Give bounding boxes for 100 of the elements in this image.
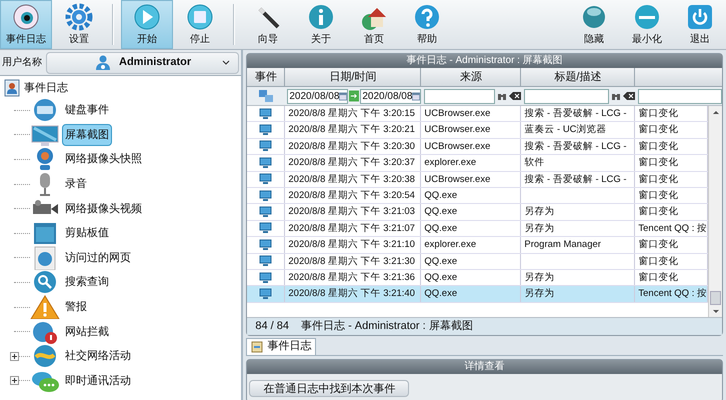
toolbar-button[interactable]: 关于 (295, 0, 347, 49)
toolbar-button[interactable]: 隐藏 (568, 0, 620, 49)
table-cell: 窗口变化 (638, 108, 678, 119)
binoculars-icon[interactable] (611, 91, 622, 101)
toolbar-button[interactable]: 向导 (242, 0, 294, 49)
toolbar-button[interactable]: 帮助 (401, 0, 453, 49)
table-row[interactable]: 2020/8/8 星期六 下午 3:21:10 explorer.exe Program Manager 窗口变化 (247, 237, 708, 254)
toolbar-button[interactable]: 停止 (174, 0, 226, 49)
tree-item[interactable]: 键盘事件 (62, 99, 112, 122)
toolbar-button[interactable]: 设置 (53, 0, 105, 49)
table-row[interactable]: 2020/8/8 星期六 下午 3:21:03 QQ.exe 另存为 窗口变化 (247, 204, 708, 221)
scroll-thumb[interactable] (710, 290, 721, 305)
filter-icon[interactable] (258, 89, 274, 103)
table-row[interactable]: 2020/8/8 星期六 下午 3:20:54 QQ.exe 窗口变化 (247, 188, 708, 204)
table-cell: 2020/8/8 星期六 下午 3:20:15 (288, 108, 415, 119)
tree-item[interactable]: 即时通讯活动 (62, 370, 134, 392)
table-cell: 2020/8/8 星期六 下午 3:21:03 (288, 206, 415, 218)
clear-icon[interactable] (623, 91, 636, 101)
person-icon (95, 54, 111, 70)
filter-field[interactable] (638, 88, 722, 104)
user-dropdown[interactable]: Administrator (46, 52, 240, 74)
table-cell: 窗口变化 (638, 174, 678, 185)
date-field[interactable]: 2020/08/08 (360, 88, 422, 104)
table-cell: Tencent QQ : 按 (638, 288, 707, 300)
table-cell: QQ.exe (424, 288, 458, 300)
gear-icon (65, 2, 93, 30)
tree-item[interactable]: 剪贴板值 (62, 222, 112, 244)
find-event-button[interactable]: 在普通日志中找到本次事件 (249, 380, 410, 397)
table-cell: 窗口变化 (638, 256, 678, 267)
toolbar-button[interactable]: 退出 (674, 0, 726, 49)
filter-field[interactable] (424, 88, 496, 104)
table-row[interactable]: 2020/8/8 星期六 下午 3:21:36 QQ.exe 另存为 窗口变化 (247, 270, 708, 286)
table-row[interactable]: 2020/8/8 星期六 下午 3:21:40 QQ.exe 另存为 Tencent QQ : 按 (247, 286, 708, 303)
tree-item[interactable]: 搜索查询 (62, 271, 112, 294)
table-cell: 2020/8/8 星期六 下午 3:20:30 (288, 140, 415, 152)
scrollbar[interactable] (708, 106, 722, 317)
table-cell: 窗口变化 (638, 157, 678, 168)
tree-item[interactable]: 警报 (62, 296, 90, 318)
table-cell: explorer.exe (424, 239, 476, 250)
table-row[interactable]: 2020/8/8 星期六 下午 3:20:30 UCBrowser.exe 搜索 - 吾爱破解 - LCG - 窗口变化 (247, 138, 708, 156)
filter-field[interactable] (524, 88, 610, 104)
calendar-icon[interactable] (412, 90, 420, 102)
panel-title-bar: 事件日志 - Administrator : 屏幕截图 (247, 54, 722, 68)
binoculars-icon[interactable] (497, 91, 508, 101)
table-cell: QQ.exe (424, 256, 458, 267)
blocked-globe-icon (30, 320, 60, 344)
table-row[interactable]: 2020/8/8 星期六 下午 3:20:21 UCBrowser.exe 蓝奏云 - UC浏览器 窗口变化 (247, 122, 708, 139)
table-cell: QQ.exe (424, 206, 458, 218)
table-cell: UCBrowser.exe (424, 124, 490, 136)
tree-item[interactable]: 屏幕截图 (62, 124, 112, 146)
monitor-icon (259, 272, 272, 284)
minimize-icon (633, 2, 661, 30)
warning-icon (30, 295, 60, 320)
toolbar-button[interactable]: 首页 (348, 0, 400, 49)
table-cell: UCBrowser.exe (424, 174, 490, 185)
table-cell: 软件 (524, 157, 544, 168)
table-row[interactable]: 2020/8/8 星期六 下午 3:20:38 UCBrowser.exe 搜索 - 吾爱破解 - LCG - 窗口变化 (247, 172, 708, 188)
tree-item[interactable]: 网络摄像头视频 (62, 198, 145, 220)
monitor-icon (259, 190, 272, 202)
status-text: 事件日志 - Administrator : 屏幕截图 (301, 318, 473, 334)
table-cell: 搜索 - 吾爱破解 - LCG - (524, 174, 627, 185)
user-name-label: 用户名称 (2, 56, 42, 70)
table-cell: 窗口变化 (638, 190, 678, 201)
table-cell: UCBrowser.exe (424, 140, 490, 152)
column-header[interactable]: 事件 (247, 68, 286, 86)
monitor-icon (259, 238, 272, 251)
table-row[interactable]: 2020/8/8 星期六 下午 3:20:15 UCBrowser.exe 搜索 - 吾爱破解 - LCG - 窗口变化 (247, 106, 708, 122)
calendar-icon[interactable] (339, 90, 348, 102)
table-cell: Program Manager (524, 239, 601, 250)
tree-item[interactable]: 网络摄像头快照 (62, 148, 145, 170)
toolbar-button[interactable]: 开始 (121, 0, 173, 49)
monitor-icon (259, 222, 272, 234)
date-field[interactable]: 2020/08/08 (287, 88, 348, 104)
table-cell: 2020/8/8 星期六 下午 3:21:10 (288, 239, 415, 250)
tree-item[interactable]: 网站拦截 (62, 320, 112, 343)
clear-icon[interactable] (509, 91, 522, 101)
info-icon (307, 2, 335, 30)
table-cell: 2020/8/8 星期六 下午 3:20:38 (288, 174, 415, 185)
table-row[interactable]: 2020/8/8 星期六 下午 3:21:07 QQ.exe 另存为 Tencent QQ : 按 (247, 220, 708, 238)
column-header[interactable]: 标题/描述 (521, 68, 636, 86)
tab[interactable]: 事件日志 (246, 338, 316, 355)
table-cell: 另存为 (524, 222, 554, 234)
monitor-icon (259, 255, 272, 268)
play-icon (133, 2, 161, 30)
table-cell: 另存为 (524, 206, 554, 218)
expand-box[interactable] (10, 376, 19, 386)
column-header[interactable]: 来源 (421, 68, 522, 86)
toolbar-button[interactable]: 最小化 (621, 0, 673, 49)
tree-item[interactable]: 社交网络活动 (62, 345, 134, 368)
table-cell: 另存为 (524, 288, 554, 300)
expand-box[interactable] (10, 352, 19, 361)
table-row[interactable]: 2020/8/8 星期六 下午 3:21:30 QQ.exe 窗口变化 (247, 254, 708, 270)
table-cell: 2020/8/8 星期六 下午 3:20:37 (288, 157, 415, 168)
tree-item[interactable]: 录音 (62, 173, 90, 196)
tree-item[interactable]: 事件日志 (24, 80, 68, 96)
table-row[interactable]: 2020/8/8 星期六 下午 3:20:37 explorer.exe 软件 窗口变化 (247, 155, 708, 172)
column-header[interactable]: 日期/时间 (285, 68, 422, 86)
tree-item[interactable]: 访问过的网页 (62, 246, 134, 269)
table-cell: 窗口变化 (638, 272, 678, 283)
toolbar-button[interactable]: 事件日志 (0, 0, 52, 49)
